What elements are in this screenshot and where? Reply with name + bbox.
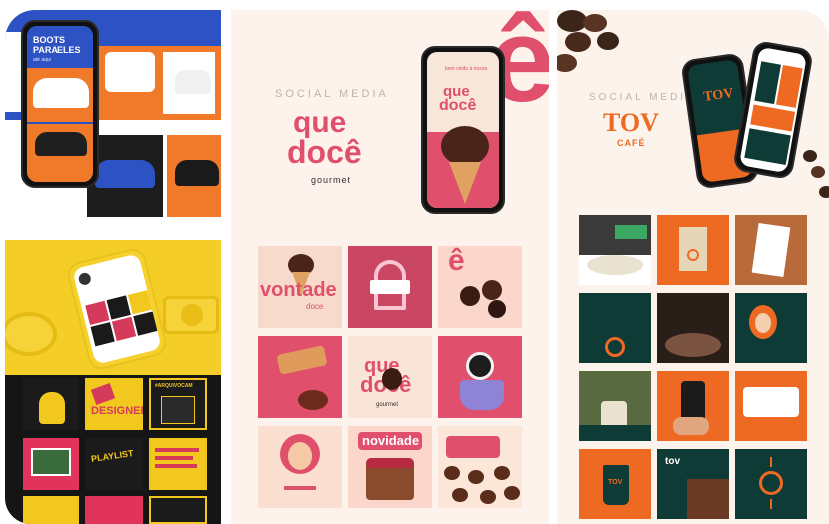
grid-tile-logo[interactable]: que docê gourmet [348, 336, 432, 418]
sneakers-portfolio-panel[interactable]: BOOTS PARA ELES até aqui [5, 10, 221, 232]
feed-tile-playlist[interactable]: PLAYLIST [85, 438, 143, 490]
feed-tile-bottom-2[interactable] [85, 496, 143, 524]
tov-cafe-portfolio-panel[interactable]: SOCIAL MEDIA TOV CAFÉ TOV TOV tov [557, 10, 829, 524]
grid-tile-plant[interactable] [579, 371, 651, 441]
logo-gourmet: gourmet [311, 175, 352, 185]
vontade-text: vontade [260, 279, 337, 301]
designer-label: DESIGNER [91, 405, 143, 417]
phone-mockup: BOOTS PARA ELES até aqui [21, 20, 99, 188]
designer-portfolio-panel[interactable]: DESIGNER #ARQUIVOCAM PLAYLIST [5, 240, 221, 524]
feed-tile-arquivocam[interactable]: #ARQUIVOCAM [149, 378, 207, 430]
sneaker-shape [175, 70, 211, 94]
phone-headline-2: PARA [33, 45, 58, 55]
feed-tile-bottom-3[interactable] [149, 496, 207, 524]
coffee-bean [565, 32, 591, 52]
white-sneaker-shape [33, 78, 89, 108]
grid-tile-oreo[interactable] [438, 336, 522, 418]
grid-tile-illustration[interactable] [735, 293, 807, 363]
grid-tile-menu[interactable] [735, 215, 807, 285]
coffee-bean [557, 54, 577, 72]
camera-lens [181, 304, 203, 326]
phone-logo-doce: docê [439, 97, 477, 114]
grid-tile-store[interactable] [348, 246, 432, 328]
grid-tile-dish[interactable] [579, 215, 651, 285]
grid-tile-pattern[interactable] [438, 426, 522, 508]
que-doce-portfolio-panel[interactable]: ê SOCIAL MEDIA que docê gourmet bem vind… [231, 10, 549, 524]
grid-tile-cone-pink[interactable] [258, 336, 342, 418]
feed-tile-yellow-text[interactable] [149, 438, 207, 490]
phone-headline-3: ELES [57, 45, 81, 55]
blue-sneaker-shape [95, 160, 155, 188]
logo-doce: docê [287, 134, 362, 170]
phone-screen: BOOTS PARA ELES até aqui [27, 26, 93, 182]
tov-logo: TOV [603, 108, 659, 137]
arquivocam-label: #ARQUIVOCAM [155, 383, 193, 389]
feed-tile-bottom-1[interactable] [23, 496, 79, 524]
coffee-bean [803, 150, 817, 162]
phone-screen [72, 253, 162, 365]
black-sneaker-shape [175, 160, 219, 186]
grid-tile-grounds[interactable] [657, 293, 729, 363]
coffee-bean [819, 186, 829, 198]
phone-small-text: até aqui [33, 57, 51, 63]
phone-headline-1: BOOTS [33, 35, 66, 45]
social-media-label: SOCIAL MEDIA [275, 88, 389, 100]
dark-sneaker-shape [35, 132, 87, 156]
coffee-bean [811, 166, 825, 178]
feed-tile-designer[interactable]: DESIGNER [85, 378, 143, 430]
coffee-bean [583, 14, 607, 32]
grid-gourmet: gourmet [376, 402, 399, 408]
grid-tile-post[interactable] [735, 371, 807, 441]
feed-tile-child[interactable] [23, 378, 79, 430]
phone-screen [738, 46, 808, 174]
tov-logo-sub: CAFÉ [617, 138, 646, 148]
grid-tile-truffles[interactable]: ê [438, 246, 522, 328]
cone-shape [449, 162, 481, 204]
grid-tile-vontade[interactable]: vontade doce [258, 246, 342, 328]
grid-tile-novidade[interactable]: novidade [348, 426, 432, 508]
grid-tile-memoji[interactable] [258, 426, 342, 508]
phone-screen: bem vindo à nossa que docê [427, 52, 499, 208]
phone-caption: bem vindo à nossa [445, 66, 487, 72]
sneaker-tile-white [105, 52, 155, 92]
playlist-label: PLAYLIST [90, 448, 135, 464]
grid-tile-hand-phone[interactable] [657, 371, 729, 441]
grid-tile-package[interactable] [657, 215, 729, 285]
doce-small-text: doce [306, 302, 324, 311]
phone-mockup: bem vindo à nossa que docê [421, 46, 505, 214]
grid-tile-cup-dark[interactable] [579, 293, 651, 363]
social-media-label: SOCIAL MEDIA [589, 92, 696, 103]
novidade-text: novidade [362, 433, 420, 448]
grid-tile-tov-text[interactable]: tov [657, 449, 729, 519]
coffee-bean [597, 32, 619, 50]
phone-mockup-right [731, 39, 815, 181]
feed-tile-pink-photo[interactable] [23, 438, 79, 490]
tov-text: tov [665, 456, 680, 467]
cup-brand: TOV [608, 479, 623, 486]
ice-cream-scoop [441, 126, 489, 166]
grid-tile-cup-orange[interactable]: TOV [579, 449, 651, 519]
grid-tile-compass[interactable] [735, 449, 807, 519]
